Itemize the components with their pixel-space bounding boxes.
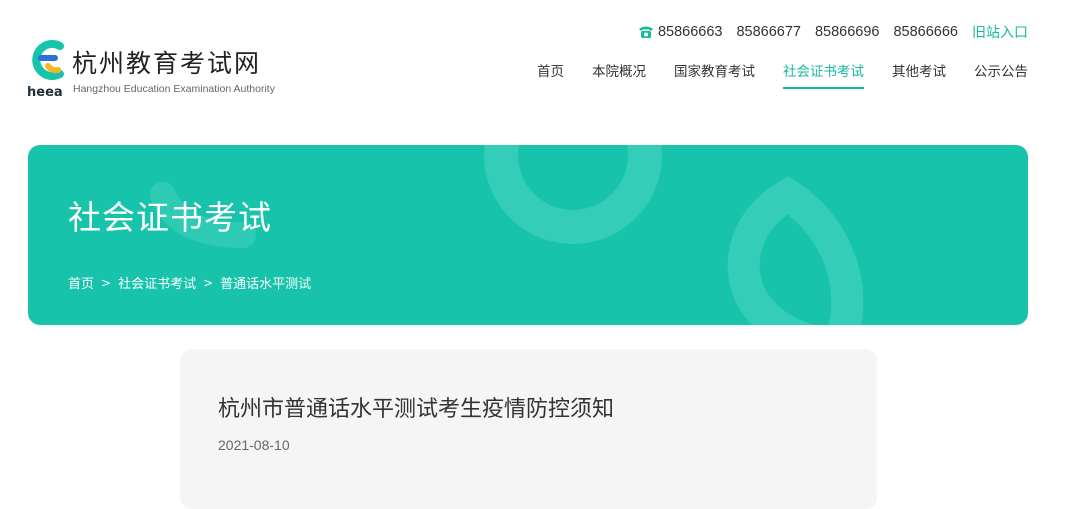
heea-logo-icon <box>32 40 64 80</box>
breadcrumb: 首页 > 社会证书考试 > 普通话水平测试 <box>68 273 311 293</box>
contact-bar: 85866663 85866677 85866696 85866666 旧站入口 <box>638 22 1028 42</box>
article-title: 杭州市普通话水平测试考生疫情防控须知 <box>218 397 615 422</box>
site-name-en: Hangzhou Education Examination Authority <box>73 83 275 95</box>
logo-mark-text: heea <box>27 85 63 100</box>
nav-item-announcements[interactable]: 公示公告 <box>974 60 1028 89</box>
breadcrumb-home[interactable]: 首页 <box>68 273 94 292</box>
breadcrumb-separator: > <box>101 275 112 290</box>
main-nav: 首页 本院概况 国家教育考试 社会证书考试 其他考试 公示公告 <box>509 60 1028 89</box>
phone-number: 85866677 <box>736 24 801 40</box>
breadcrumb-separator: > <box>203 275 214 290</box>
phone-number: 85866663 <box>657 24 723 40</box>
breadcrumb-current[interactable]: 普通话水平测试 <box>220 273 311 292</box>
site-name-cn: 杭州教育考试网 <box>72 49 262 78</box>
nav-item-national-exams[interactable]: 国家教育考试 <box>674 60 755 89</box>
phone-icon <box>638 26 653 38</box>
nav-item-certificate-exams[interactable]: 社会证书考试 <box>783 60 864 89</box>
nav-item-other-exams[interactable]: 其他考试 <box>892 60 946 89</box>
breadcrumb-certificate-exams[interactable]: 社会证书考试 <box>118 273 196 292</box>
old-site-link[interactable]: 旧站入口 <box>972 22 1028 42</box>
nav-item-about[interactable]: 本院概况 <box>592 60 646 89</box>
phone-number: 85866696 <box>814 24 880 40</box>
nav-item-home[interactable]: 首页 <box>537 60 564 89</box>
section-banner: 社会证书考试 首页 > 社会证书考试 > 普通话水平测试 <box>28 145 1028 325</box>
article-card: 杭州市普通话水平测试考生疫情防控须知 2021-08-10 <box>180 349 877 509</box>
page-title: 社会证书考试 <box>68 198 272 237</box>
article-date: 2021-08-10 <box>218 437 290 453</box>
site-logo[interactable]: heea 杭州教育考试网 Hangzhou Education Examinat… <box>26 40 296 100</box>
phone-number: 85866666 <box>893 24 958 40</box>
